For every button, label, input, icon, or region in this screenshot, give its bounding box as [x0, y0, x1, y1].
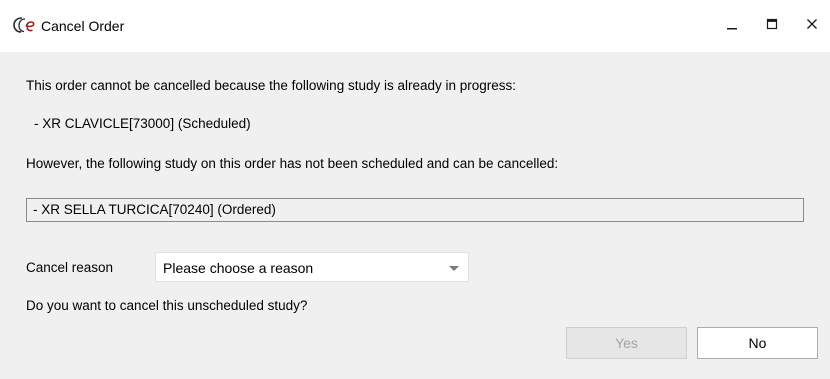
dialog-body: This order cannot be cancelled because t… — [0, 52, 830, 379]
maximize-icon — [766, 17, 778, 35]
cancel-reason-label: Cancel reason — [26, 260, 114, 275]
minimize-button[interactable] — [712, 0, 752, 52]
cancellable-study: - XR SELLA TURCICA[70240] (Ordered) — [33, 202, 276, 217]
close-icon — [806, 17, 818, 35]
cancellable-study-box: - XR SELLA TURCICA[70240] (Ordered) — [26, 198, 804, 222]
window-title: Cancel Order — [41, 18, 125, 34]
in-progress-study: - XR CLAVICLE[73000] (Scheduled) — [34, 116, 251, 131]
cancellable-message: However, the following study on this ord… — [26, 156, 559, 171]
in-progress-message: This order cannot be cancelled because t… — [26, 78, 517, 93]
close-button[interactable] — [792, 0, 830, 52]
minimize-icon — [726, 17, 738, 35]
cancel-reason-selected: Please choose a reason — [163, 260, 314, 276]
yes-button[interactable]: Yes — [566, 327, 687, 359]
confirm-question: Do you want to cancel this unscheduled s… — [26, 298, 308, 313]
maximize-button[interactable] — [752, 0, 792, 52]
title-bar[interactable]: Cancel Order — [0, 0, 830, 52]
cancel-reason-dropdown[interactable]: Please choose a reason — [155, 252, 469, 282]
chevron-down-icon — [449, 266, 459, 271]
no-button[interactable]: No — [697, 327, 818, 359]
ce-logo-icon — [13, 16, 35, 34]
cancel-order-dialog: Cancel Order This order cannot be cancel… — [0, 0, 830, 379]
